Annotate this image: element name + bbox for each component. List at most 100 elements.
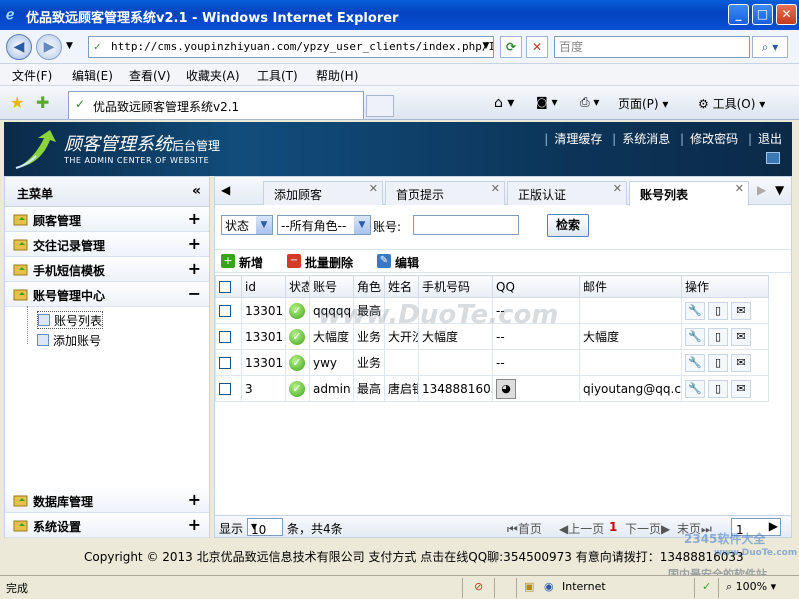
expand-icon[interactable]: + — [188, 259, 201, 278]
next-page-link[interactable]: 下一页▶ — [625, 520, 670, 537]
url-dropdown-icon[interactable]: ▼ — [478, 36, 494, 58]
table-row[interactable]: 13301 ✓ ywy 业务 -- 🔧 ▯ ✉ — [215, 349, 769, 376]
tab-license[interactable]: 正版认证 ✕ — [507, 181, 627, 205]
row-checkbox[interactable] — [219, 383, 231, 395]
column-header-email[interactable]: 邮件 — [579, 275, 682, 298]
sidebar-item-sms-templates[interactable]: 手机短信模板 + — [5, 257, 209, 282]
page-menu[interactable]: 页面(P) ▾ — [618, 95, 668, 112]
tab-scroll-right-icon[interactable]: ▶ — [757, 183, 766, 197]
print-icon[interactable]: ⎙ ▾ — [580, 95, 599, 110]
column-header-account[interactable]: 账号 — [309, 275, 354, 298]
change-password-link[interactable]: 修改密码 — [690, 132, 738, 146]
expand-icon[interactable]: + — [188, 490, 201, 509]
mobile-phone-icon[interactable]: ▯ — [708, 379, 728, 398]
add-button[interactable]: 新增 — [239, 254, 263, 271]
row-checkbox[interactable] — [219, 357, 231, 369]
system-message-link[interactable]: 系统消息 — [622, 132, 670, 146]
status-select[interactable]: 状态 ▼ — [221, 215, 273, 235]
row-checkbox[interactable] — [219, 305, 231, 317]
close-tab-icon[interactable]: ✕ — [735, 182, 744, 195]
maximize-button[interactable]: □ — [752, 4, 773, 25]
wrench-icon[interactable]: 🔧 — [685, 327, 705, 346]
back-button[interactable]: ◀ — [6, 34, 32, 60]
table-row[interactable]: 3 ✓ admin 最高 唐启银 13488816033 ◕ qiyoutang… — [215, 375, 769, 402]
mobile-phone-icon[interactable]: ▯ — [708, 353, 728, 372]
page-size-select[interactable]: 10 ▾ — [247, 518, 283, 537]
feeds-icon[interactable]: ◙ ▾ — [536, 95, 557, 109]
forward-button[interactable]: ▶ — [36, 34, 62, 60]
tab-home-tips[interactable]: 首页提示 ✕ — [385, 181, 505, 205]
close-tab-icon[interactable]: ✕ — [369, 182, 378, 195]
browser-tab[interactable]: ✓ 优品致远顾客管理系统v2.1 — [68, 91, 364, 119]
close-tab-icon[interactable]: ✕ — [491, 182, 500, 195]
column-header-qq[interactable]: QQ — [492, 275, 580, 298]
home-icon[interactable]: ⌂ ▾ — [494, 95, 514, 111]
sidebar-item-settings[interactable]: 系统设置 + — [5, 513, 209, 538]
sidebar-item-customers[interactable]: 顾客管理 + — [5, 207, 209, 232]
mail-icon[interactable]: ✉ — [731, 379, 751, 398]
refresh-icon[interactable]: ⟳ — [500, 36, 522, 58]
window-icon[interactable] — [766, 152, 780, 164]
menu-edit[interactable]: 编辑(E) — [72, 67, 113, 84]
expand-icon[interactable]: + — [188, 515, 201, 534]
column-header-id[interactable]: id — [241, 275, 286, 298]
wrench-icon[interactable]: 🔧 — [685, 379, 705, 398]
wrench-icon[interactable]: 🔧 — [685, 353, 705, 372]
url-field[interactable]: ✓ http://cms.youpinzhiyuan.com/ypzy_user… — [88, 36, 494, 58]
sidebar-item-contact-records[interactable]: 交往记录管理 + — [5, 232, 209, 257]
select-all-checkbox[interactable] — [219, 281, 231, 293]
column-header-role[interactable]: 角色 — [353, 275, 385, 298]
account-input[interactable] — [413, 215, 519, 235]
edit-icon[interactable]: ✎ — [377, 254, 391, 268]
menu-favorites[interactable]: 收藏夹(A) — [186, 67, 240, 84]
sidebar-item-database[interactable]: 数据库管理 + — [5, 488, 209, 513]
tab-list-icon[interactable]: ▼ — [775, 183, 784, 197]
mobile-phone-icon[interactable]: ▯ — [708, 301, 728, 320]
batch-delete-button[interactable]: 批量删除 — [305, 254, 353, 271]
wrench-icon[interactable]: 🔧 — [685, 301, 705, 320]
sidebar-subitem-account-list[interactable]: 账号列表 — [37, 311, 104, 329]
menu-help[interactable]: 帮助(H) — [316, 67, 358, 84]
search-input[interactable]: 百度 — [554, 36, 750, 58]
tab-account-list[interactable]: 账号列表 ✕ — [629, 181, 749, 206]
search-icon[interactable]: ⌕ ▾ — [752, 36, 788, 58]
add-favorite-icon[interactable]: ✚ — [36, 93, 49, 112]
delete-icon[interactable]: − — [287, 254, 301, 268]
menu-tools[interactable]: 工具(T) — [257, 67, 298, 84]
role-select[interactable]: --所有角色-- ▼ — [277, 215, 371, 235]
new-tab-button[interactable] — [366, 95, 394, 117]
tools-menu[interactable]: ⚙ 工具(O) ▾ — [698, 95, 765, 112]
mail-icon[interactable]: ✉ — [731, 353, 751, 372]
column-header-status[interactable]: 状态 — [285, 275, 310, 298]
history-dropdown-icon[interactable]: ▼ — [66, 41, 73, 51]
clear-cache-link[interactable]: 清理缓存 — [554, 132, 602, 146]
menu-view[interactable]: 查看(V) — [129, 67, 171, 84]
first-page-link[interactable]: ⏮首页 — [507, 520, 542, 537]
menu-file[interactable]: 文件(F) — [12, 67, 52, 84]
mail-icon[interactable]: ✉ — [731, 327, 751, 346]
expand-icon[interactable]: + — [188, 234, 201, 253]
tab-add-customer[interactable]: 添加顾客 ✕ — [263, 181, 383, 205]
mail-icon[interactable]: ✉ — [731, 301, 751, 320]
row-checkbox[interactable] — [219, 331, 231, 343]
tab-scroll-left-icon[interactable]: ◀ — [221, 183, 230, 197]
edit-button[interactable]: 编辑 — [395, 254, 419, 271]
column-header-name[interactable]: 姓名 — [384, 275, 419, 298]
close-tab-icon[interactable]: ✕ — [613, 182, 622, 195]
collapse-icon[interactable]: − — [188, 284, 201, 303]
add-icon[interactable]: + — [221, 254, 235, 268]
logout-link[interactable]: 退出 — [758, 132, 782, 146]
qq-penguin-icon[interactable]: ◕ — [496, 378, 516, 399]
close-window-button[interactable]: ✕ — [776, 4, 797, 25]
stop-icon[interactable]: ✕ — [526, 36, 548, 58]
mobile-phone-icon[interactable]: ▯ — [708, 327, 728, 346]
minimize-button[interactable]: _ — [728, 4, 749, 25]
go-page-icon[interactable]: ▶ — [769, 519, 778, 533]
column-header-phone[interactable]: 手机号码 — [418, 275, 493, 298]
favorites-star-icon[interactable]: ★ — [10, 93, 24, 112]
prev-page-link[interactable]: ◀上一页 — [559, 520, 604, 537]
search-button[interactable]: 检索 — [547, 214, 589, 237]
zoom-level[interactable]: ⌕ 100% ▾ — [726, 580, 776, 594]
sidebar-item-account-center[interactable]: 账号管理中心 − — [5, 282, 209, 307]
expand-icon[interactable]: + — [188, 209, 201, 228]
